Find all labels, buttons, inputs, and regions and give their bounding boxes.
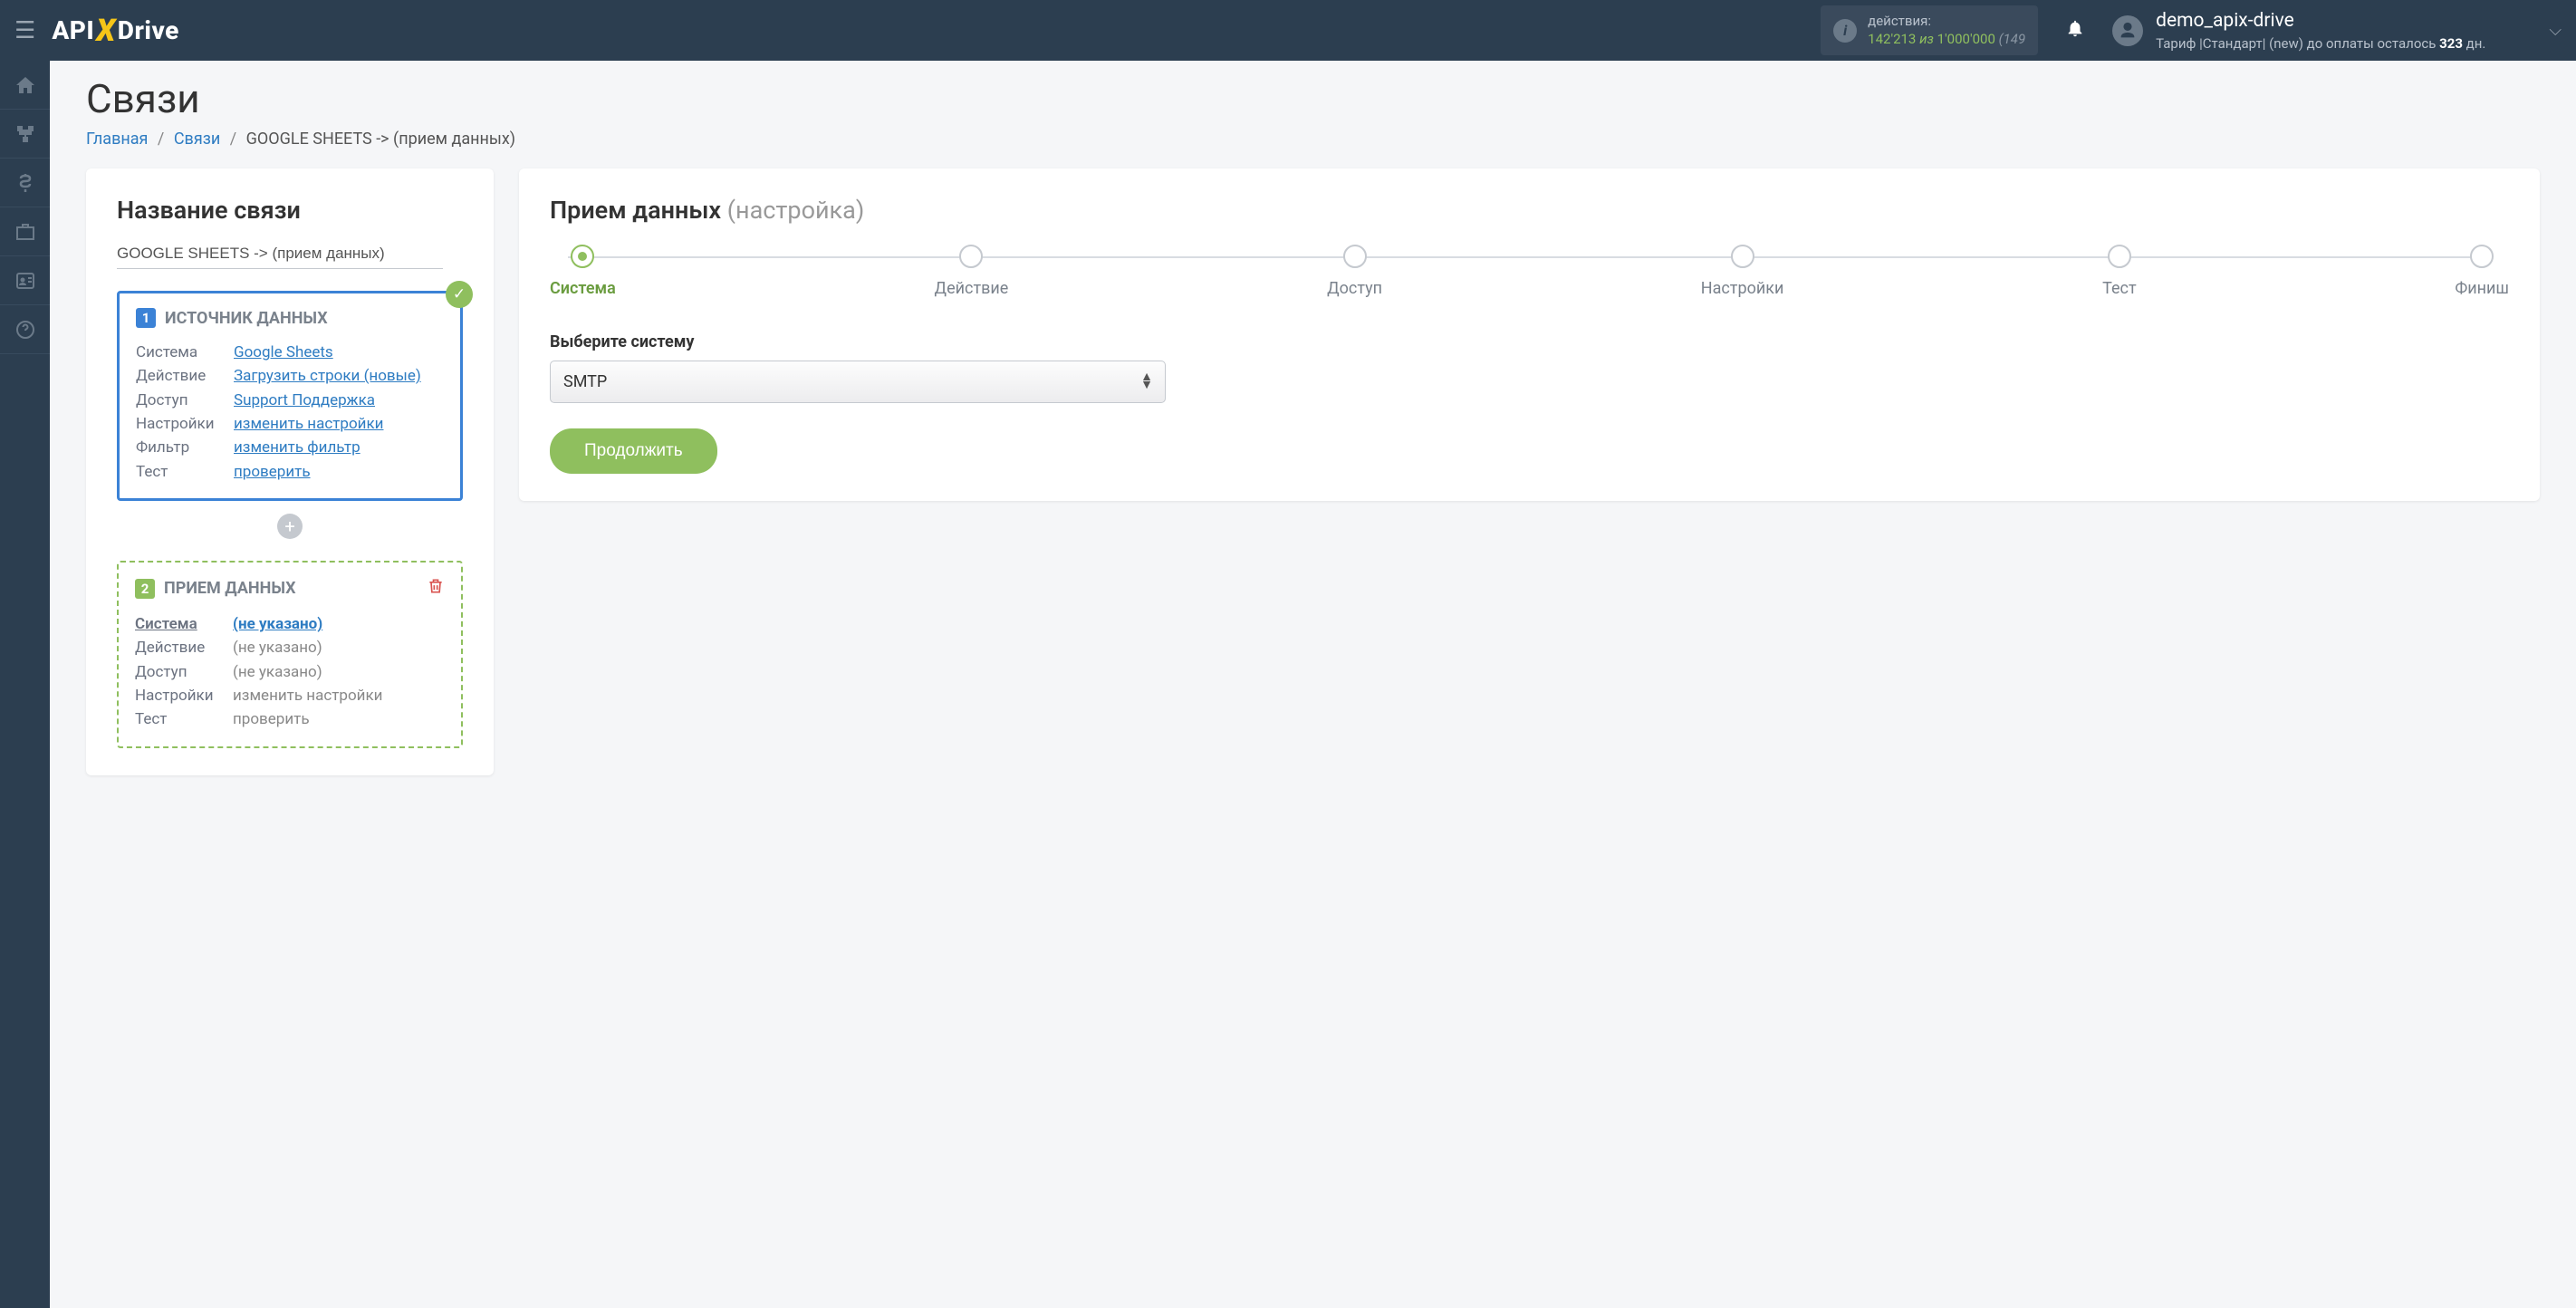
config-panel: Прием данных (настройка) Система Действи…: [519, 168, 2540, 501]
page-title: Связи: [86, 75, 2540, 122]
destination-block-title: ПРИЕМ ДАННЫХ: [164, 579, 296, 598]
actions-label: действия:: [1868, 13, 2025, 31]
source-block[interactable]: ✓ 1 ИСТОЧНИК ДАННЫХ СистемаGoogle Sheets…: [117, 291, 463, 501]
step-system[interactable]: Система: [550, 245, 616, 298]
user-menu[interactable]: demo_apix-drive Тариф |Стандарт| (new) д…: [2112, 8, 2485, 53]
trash-icon[interactable]: [427, 577, 445, 600]
connection-panel: Название связи ✓ 1 ИСТОЧНИК ДАННЫХ Систе…: [86, 168, 494, 775]
breadcrumb-links[interactable]: Связи: [174, 130, 220, 149]
dest-action-value: (не указано): [233, 636, 322, 659]
chevron-down-icon[interactable]: ⌵: [2513, 21, 2562, 40]
actions-of: из: [1919, 31, 1934, 47]
dest-test-value: проверить: [233, 707, 310, 731]
dest-settings-value: изменить настройки: [233, 684, 382, 707]
source-system-link[interactable]: Google Sheets: [234, 341, 333, 364]
block-number-1: 1: [136, 308, 156, 328]
dest-system-link[interactable]: (не указано): [233, 612, 322, 636]
logo[interactable]: APIXDrive: [52, 13, 178, 49]
actions-counter[interactable]: i действия: 142'213 из 1'000'000 (149: [1821, 5, 2038, 55]
sidebar-help[interactable]: [0, 305, 50, 354]
right-heading: Прием данных (настройка): [550, 196, 2509, 225]
source-filter-link[interactable]: изменить фильтр: [234, 436, 360, 459]
source-block-title: ИСТОЧНИК ДАННЫХ: [165, 309, 328, 328]
bell-icon[interactable]: [2065, 18, 2085, 43]
sidebar-home[interactable]: [0, 61, 50, 110]
step-settings[interactable]: Настройки: [1701, 245, 1784, 298]
destination-block[interactable]: 2 ПРИЕМ ДАННЫХ Система(не указано) Дейст…: [117, 561, 463, 748]
sidebar-briefcase[interactable]: [0, 207, 50, 256]
actions-total: 1'000'000: [1937, 31, 1995, 47]
actions-used: 142'213: [1868, 31, 1916, 47]
menu-icon[interactable]: ☰: [14, 17, 35, 44]
breadcrumb-home[interactable]: Главная: [86, 130, 148, 149]
left-heading: Название связи: [117, 196, 463, 225]
step-access[interactable]: Доступ: [1327, 245, 1382, 298]
dest-access-value: (не указано): [233, 660, 322, 684]
sidebar-billing[interactable]: [0, 159, 50, 207]
left-sidebar: [0, 61, 50, 1308]
info-icon: i: [1833, 19, 1857, 43]
sidebar-contacts[interactable]: [0, 256, 50, 305]
step-action[interactable]: Действие: [935, 245, 1009, 298]
actions-extra: (149: [1999, 31, 2026, 47]
avatar-icon: [2112, 15, 2143, 46]
source-access-link[interactable]: Support Поддержка: [234, 389, 375, 412]
source-settings-link[interactable]: изменить настройки: [234, 412, 383, 436]
breadcrumb-current: GOOGLE SHEETS -> (прием данных): [246, 130, 515, 149]
system-select[interactable]: SMTP: [550, 361, 1166, 403]
step-finish[interactable]: Финиш: [2455, 245, 2509, 298]
breadcrumb: Главная / Связи / GOOGLE SHEETS -> (прие…: [86, 130, 2540, 149]
continue-button[interactable]: Продолжить: [550, 428, 717, 474]
top-navbar: ☰ APIXDrive i действия: 142'213 из 1'000…: [0, 0, 2576, 61]
user-name: demo_apix-drive: [2156, 8, 2485, 34]
source-action-link[interactable]: Загрузить строки (новые): [234, 364, 421, 388]
user-tariff: Тариф |Стандарт| (new) до оплаты осталос…: [2156, 34, 2485, 53]
check-icon: ✓: [446, 281, 473, 308]
add-step-button[interactable]: +: [277, 514, 303, 539]
step-test[interactable]: Тест: [2102, 245, 2137, 298]
select-system-label: Выберите систему: [550, 332, 2509, 351]
stepper: Система Действие Доступ Настройки Тест Ф…: [550, 245, 2509, 298]
source-test-link[interactable]: проверить: [234, 460, 311, 484]
connection-name-input[interactable]: [117, 241, 443, 269]
block-number-2: 2: [135, 579, 155, 599]
sidebar-connections[interactable]: [0, 110, 50, 159]
